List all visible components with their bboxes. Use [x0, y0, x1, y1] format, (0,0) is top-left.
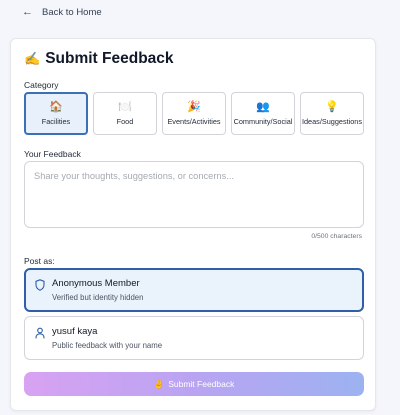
- feedback-label: Your Feedback: [24, 149, 81, 159]
- lightbulb-icon: 💡: [325, 101, 339, 113]
- user-icon: [35, 327, 45, 339]
- writing-hand-icon: ✍️: [24, 51, 41, 66]
- category-facilities[interactable]: 🏠 Facilities: [24, 92, 88, 135]
- back-to-home-link[interactable]: ← Back to Home: [22, 6, 102, 18]
- arrow-left-icon: ←: [22, 6, 33, 18]
- submit-feedback-button[interactable]: ✌️ Submit Feedback: [24, 372, 364, 396]
- plate-icon: 🍽️: [118, 101, 132, 113]
- category-label-text: Ideas/Suggestions: [301, 117, 363, 126]
- party-popper-icon: 🎉: [187, 101, 201, 113]
- page-title: ✍️ Submit Feedback: [24, 50, 174, 68]
- category-selector: 🏠 Facilities 🍽️ Food 🎉 Events/Activities…: [24, 92, 364, 135]
- category-label-text: Food: [116, 117, 134, 126]
- option-subtitle: Public feedback with your name: [52, 341, 163, 350]
- post-as-named-option[interactable]: yusuf kaya Public feedback with your nam…: [24, 316, 364, 360]
- character-counter: 0/500 characters: [311, 233, 362, 240]
- option-title: Anonymous Member: [52, 278, 140, 289]
- category-events-activities[interactable]: 🎉 Events/Activities: [162, 92, 226, 135]
- post-as-label: Post as:: [24, 256, 55, 266]
- category-label: Category: [24, 80, 59, 90]
- post-as-anonymous-option[interactable]: Anonymous Member Verified but identity h…: [24, 268, 364, 312]
- category-label-text: Events/Activities: [167, 117, 221, 126]
- category-label-text: Facilities: [41, 117, 71, 126]
- category-ideas-suggestions[interactable]: 💡 Ideas/Suggestions: [300, 92, 364, 135]
- people-icon: 👥: [256, 101, 270, 113]
- submit-feedback-label: Submit Feedback: [168, 379, 235, 389]
- victory-hand-icon: ✌️: [153, 378, 165, 389]
- feedback-textarea[interactable]: [24, 161, 364, 228]
- shield-icon: [35, 279, 45, 291]
- category-label-text: Community/Social: [233, 117, 293, 126]
- page-title-text: Submit Feedback: [45, 50, 174, 67]
- option-title: yusuf kaya: [52, 326, 98, 337]
- category-community-social[interactable]: 👥 Community/Social: [231, 92, 295, 135]
- feedback-form-card: ✍️ Submit Feedback Category 🏠 Facilities…: [10, 38, 376, 411]
- house-icon: 🏠: [49, 101, 63, 113]
- option-subtitle: Verified but identity hidden: [52, 293, 144, 302]
- category-food[interactable]: 🍽️ Food: [93, 92, 157, 135]
- back-to-home-label: Back to Home: [42, 6, 102, 18]
